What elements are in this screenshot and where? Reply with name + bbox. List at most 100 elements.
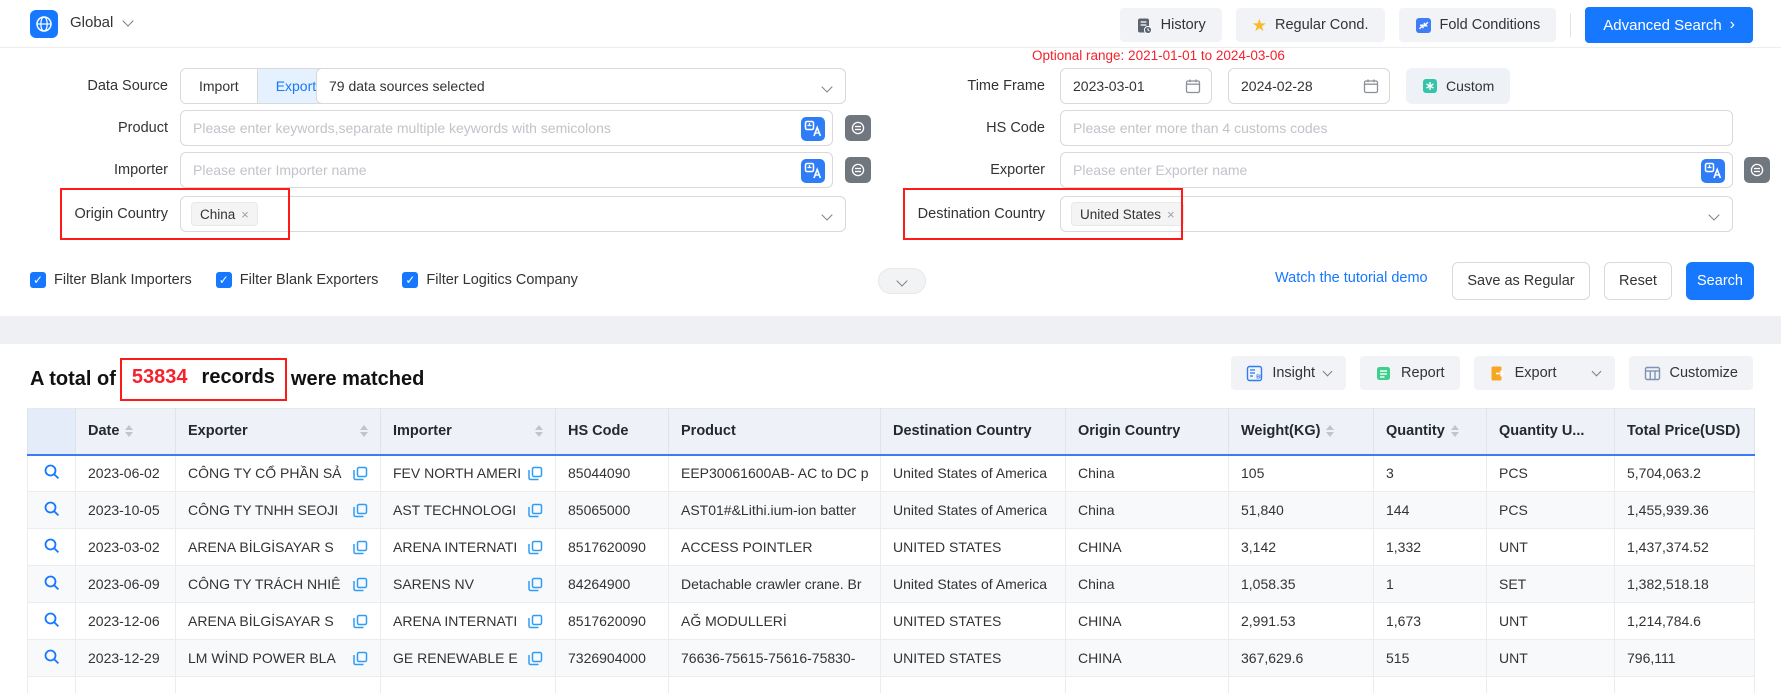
- custom-range-button[interactable]: Custom: [1406, 68, 1510, 104]
- reset-button[interactable]: Reset: [1604, 262, 1672, 300]
- remove-tag-icon[interactable]: ×: [1167, 207, 1175, 222]
- product-cell: AĞ MODULLERİ: [669, 603, 881, 640]
- total-price-cell: 1,214,784.6: [1615, 603, 1755, 640]
- translate-icon[interactable]: [801, 117, 825, 141]
- filter-checkbox[interactable]: ✓Filter Blank Exporters: [216, 272, 379, 288]
- tutorial-link[interactable]: Watch the tutorial demo: [1275, 270, 1428, 286]
- quantity-header-label: Quantity: [1386, 423, 1445, 439]
- globe-logo-icon[interactable]: [30, 10, 58, 38]
- origin-cell: China: [1066, 566, 1229, 603]
- copy-icon[interactable]: [528, 614, 543, 629]
- chevron-down-icon[interactable]: [1591, 367, 1601, 377]
- row-search-cell[interactable]: [28, 492, 76, 529]
- copy-icon[interactable]: [528, 577, 543, 592]
- row-search-cell[interactable]: [28, 529, 76, 566]
- customize-button[interactable]: Customize: [1629, 356, 1754, 390]
- destination-cell: United States of America: [881, 492, 1066, 529]
- regular-cond-button[interactable]: ★ Regular Cond.: [1236, 8, 1385, 42]
- checkbox-checked-icon[interactable]: ✓: [216, 272, 232, 288]
- row-search-cell[interactable]: [28, 640, 76, 677]
- table-row: 2023-03-02ARENA BİLGİSAYAR SARENA INTERN…: [28, 529, 1755, 566]
- exporter-cell: CÔNG TY CỔ PHẦN SẢ: [176, 455, 381, 492]
- copy-icon[interactable]: [353, 651, 368, 666]
- remove-tag-icon[interactable]: ×: [241, 207, 249, 222]
- data-sources-select[interactable]: 79 data sources selected: [316, 68, 846, 104]
- sort-icons[interactable]: [360, 425, 368, 437]
- translate-icon[interactable]: [1701, 159, 1725, 183]
- filter-checkbox[interactable]: ✓Filter Blank Importers: [30, 272, 192, 288]
- history-button[interactable]: History: [1120, 8, 1222, 42]
- copy-icon[interactable]: [528, 503, 543, 518]
- row-search-cell[interactable]: [28, 603, 76, 640]
- copy-icon[interactable]: [353, 466, 368, 481]
- importer-cell: FEV NORTH AMERI: [381, 455, 556, 492]
- filter-checkbox[interactable]: ✓Filter Logitics Company: [402, 272, 578, 288]
- copy-icon[interactable]: [528, 651, 543, 666]
- row-search-icon[interactable]: [43, 537, 61, 555]
- origin-country-select[interactable]: China ×: [180, 196, 846, 232]
- quantity-cell: 1,673: [1374, 603, 1487, 640]
- translate-icon[interactable]: [801, 159, 825, 183]
- hs-code-cell: 85044090: [556, 455, 669, 492]
- report-button[interactable]: Report: [1360, 356, 1460, 390]
- date-cell: 2023-03-02: [76, 529, 176, 566]
- row-search-icon[interactable]: [43, 611, 61, 629]
- exporter-input[interactable]: [1061, 153, 1732, 187]
- date-from-input[interactable]: 2023-03-01: [1060, 68, 1212, 104]
- data-sources-select-value: 79 data sources selected: [317, 69, 845, 103]
- region-selector-label[interactable]: Global: [70, 14, 113, 31]
- export-button[interactable]: Export: [1474, 356, 1615, 390]
- destination-country-select[interactable]: United States ×: [1060, 196, 1733, 232]
- importer-input[interactable]: [181, 153, 832, 187]
- date-to-input[interactable]: 2024-02-28: [1228, 68, 1390, 104]
- total-price-cell: 1,455,939.36: [1615, 492, 1755, 529]
- row-search-icon[interactable]: [43, 648, 61, 666]
- empty-cell: [1229, 677, 1374, 693]
- row-search-cell[interactable]: [28, 566, 76, 603]
- copy-icon[interactable]: [353, 614, 368, 629]
- save-as-regular-button[interactable]: Save as Regular: [1452, 262, 1590, 300]
- copy-icon[interactable]: [353, 540, 368, 555]
- search-button[interactable]: Search: [1686, 262, 1754, 300]
- insight-button[interactable]: BI Insight: [1231, 356, 1346, 390]
- fold-conditions-button[interactable]: Fold Conditions: [1399, 8, 1557, 42]
- row-search-icon[interactable]: [43, 500, 61, 518]
- exclude-filter-icon[interactable]: [1744, 157, 1770, 183]
- total-prefix: A total of: [30, 368, 116, 391]
- region-chevron-down-icon[interactable]: [122, 15, 133, 26]
- destination-country-label: Destination Country: [855, 196, 1045, 232]
- product-input[interactable]: [181, 111, 832, 145]
- hs-code-field-wrap: [1060, 110, 1733, 146]
- calendar-icon[interactable]: [1363, 78, 1379, 94]
- weight-cell: 3,142: [1229, 529, 1374, 566]
- row-search-cell[interactable]: [28, 455, 76, 492]
- row-search-icon[interactable]: [43, 574, 61, 592]
- hs-code-input[interactable]: [1061, 111, 1732, 145]
- copy-icon[interactable]: [528, 540, 543, 555]
- time-frame-label: Time Frame: [855, 68, 1045, 104]
- row-search-icon[interactable]: [43, 463, 61, 481]
- copy-icon[interactable]: [353, 503, 368, 518]
- checkbox-checked-icon[interactable]: ✓: [30, 272, 46, 288]
- collapse-form-toggle[interactable]: [878, 268, 926, 294]
- quantity-cell: 144: [1374, 492, 1487, 529]
- import-toggle[interactable]: Import: [181, 69, 257, 103]
- sort-icons[interactable]: [125, 425, 133, 437]
- sort-icons[interactable]: [1451, 425, 1459, 437]
- svg-text:BI: BI: [1257, 374, 1263, 380]
- empty-cell: [176, 677, 381, 693]
- advanced-search-label: Advanced Search: [1603, 17, 1721, 34]
- advanced-search-button[interactable]: Advanced Search ›: [1585, 7, 1753, 43]
- exporter-name-text: CÔNG TY TNHH SEOJI: [188, 502, 347, 518]
- export-icon: [1489, 365, 1506, 382]
- copy-icon[interactable]: [528, 466, 543, 481]
- history-button-label: History: [1161, 17, 1206, 33]
- calendar-icon[interactable]: [1185, 78, 1201, 94]
- table-row: 2023-06-02CÔNG TY CỔ PHẦN SẢFEV NORTH AM…: [28, 455, 1755, 492]
- chevron-down-icon: [821, 209, 832, 220]
- copy-icon[interactable]: [353, 577, 368, 592]
- checkbox-checked-icon[interactable]: ✓: [402, 272, 418, 288]
- exporter-name-text: ARENA BİLGİSAYAR S: [188, 613, 347, 629]
- sort-icons[interactable]: [1326, 425, 1334, 437]
- sort-icons[interactable]: [535, 425, 543, 437]
